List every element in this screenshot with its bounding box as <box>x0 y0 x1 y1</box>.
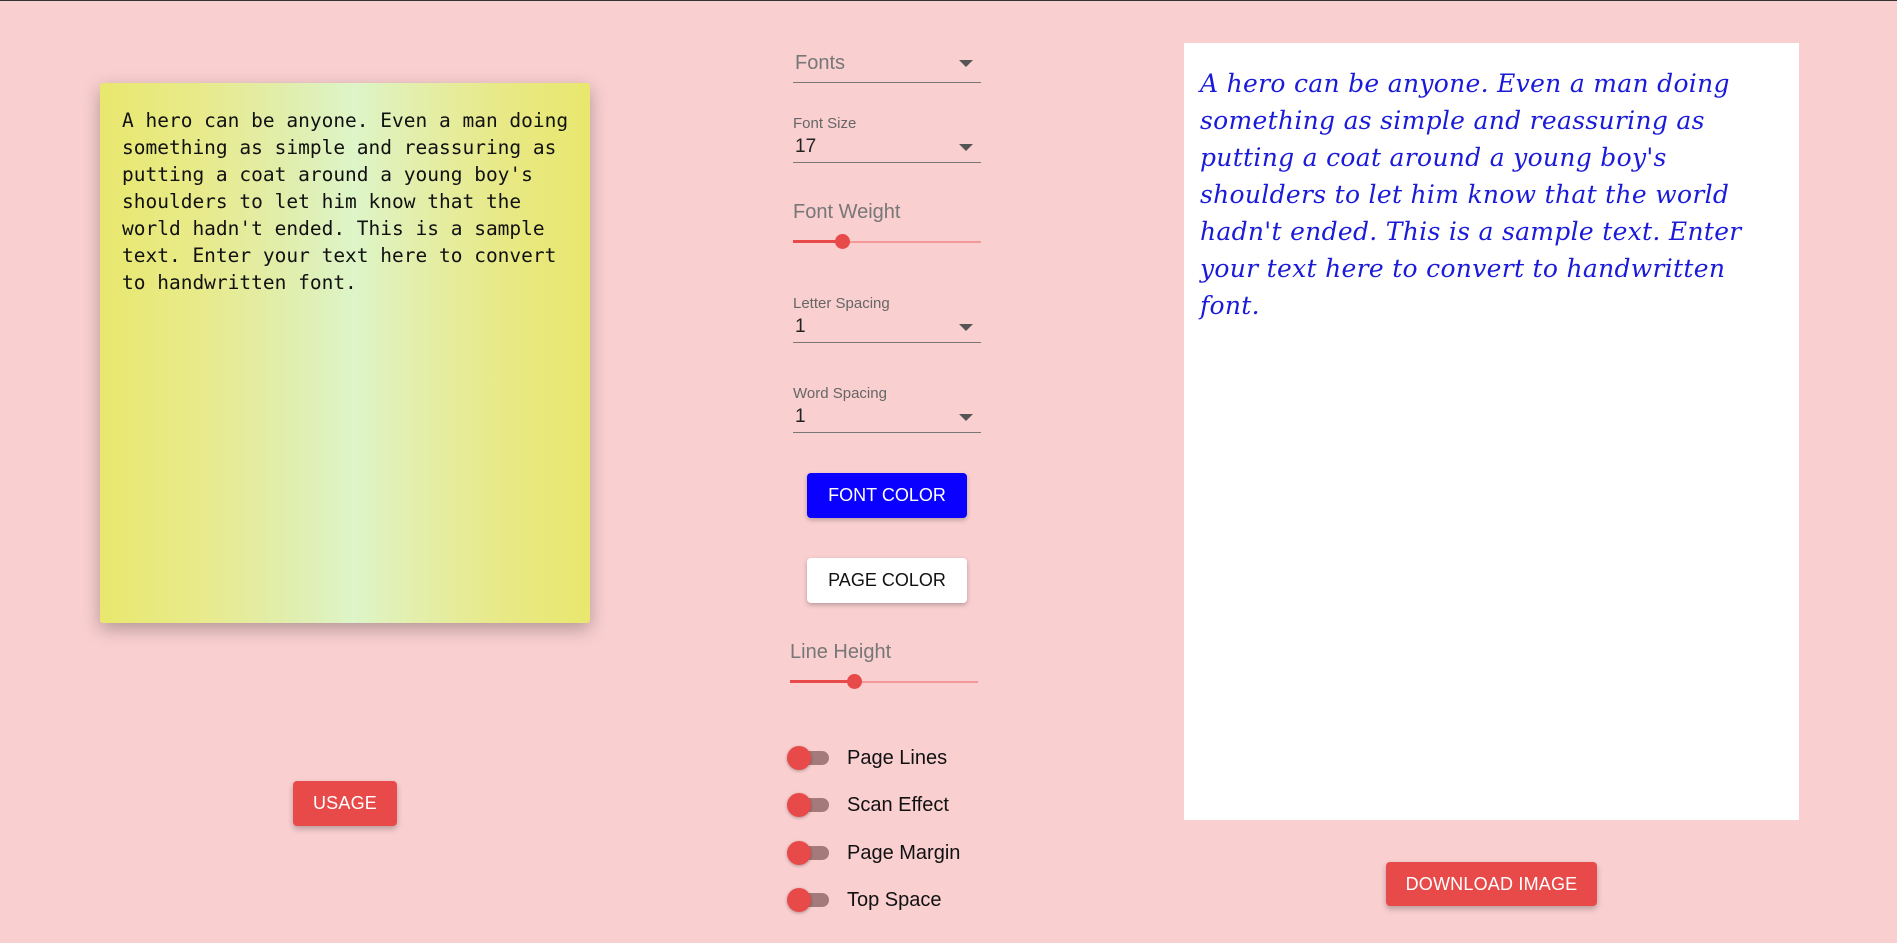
text-input[interactable] <box>122 107 572 597</box>
fonts-placeholder: Fonts <box>795 52 846 74</box>
page-margin-label: Page Margin <box>847 841 961 864</box>
letter-spacing-select[interactable]: Letter Spacing 1 <box>793 295 981 343</box>
page-lines-toggle-row: Page Lines <box>785 743 947 773</box>
chevron-down-icon <box>959 324 973 331</box>
page-margin-toggle-row: Page Margin <box>785 838 960 868</box>
font-size-select-box[interactable]: 17 <box>793 133 981 163</box>
font-size-value: 17 <box>795 136 817 157</box>
scan-effect-toggle-row: Scan Effect <box>785 790 949 820</box>
font-size-select[interactable]: Font Size 17 <box>793 115 981 163</box>
top-space-toggle[interactable] <box>785 887 833 913</box>
font-weight-slider-block: Font Weight <box>793 201 981 249</box>
top-space-label: Top Space <box>847 888 942 911</box>
page-lines-toggle[interactable] <box>785 745 833 771</box>
font-weight-slider[interactable] <box>793 234 981 249</box>
font-color-button[interactable]: FONT COLOR <box>807 473 967 518</box>
word-spacing-select-box[interactable]: 1 <box>793 403 981 433</box>
fonts-select-box[interactable]: Fonts <box>793 49 981 83</box>
letter-spacing-select-box[interactable]: 1 <box>793 313 981 343</box>
word-spacing-value: 1 <box>795 406 806 427</box>
input-text-card <box>100 83 590 623</box>
letter-spacing-label: Letter Spacing <box>793 295 890 312</box>
line-height-slider-fill <box>790 680 854 683</box>
line-height-slider-thumb[interactable] <box>846 674 862 689</box>
chevron-down-icon <box>959 144 973 151</box>
chevron-down-icon <box>959 60 973 67</box>
line-height-slider-block: Line Height <box>790 641 978 689</box>
scan-effect-label: Scan Effect <box>847 793 949 816</box>
page-margin-toggle[interactable] <box>785 840 833 866</box>
scan-effect-toggle[interactable] <box>785 792 833 818</box>
handwritten-output-text: A hero can be anyone. Even a man doing s… <box>1200 69 1742 320</box>
handwritten-output-page: A hero can be anyone. Even a man doing s… <box>1184 43 1799 820</box>
line-height-slider[interactable] <box>790 674 978 689</box>
font-size-label: Font Size <box>793 115 857 132</box>
chevron-down-icon <box>959 414 973 421</box>
usage-button[interactable]: USAGE <box>293 781 397 826</box>
word-spacing-select[interactable]: Word Spacing 1 <box>793 385 981 433</box>
page-color-button[interactable]: PAGE COLOR <box>807 558 967 603</box>
font-weight-slider-thumb[interactable] <box>834 234 850 249</box>
page-lines-label: Page Lines <box>847 746 948 769</box>
download-image-button[interactable]: DOWNLOAD IMAGE <box>1386 862 1597 906</box>
line-height-label: Line Height <box>790 641 892 663</box>
font-weight-label: Font Weight <box>793 201 901 223</box>
letter-spacing-value: 1 <box>795 316 806 337</box>
top-space-toggle-row: Top Space <box>785 885 942 915</box>
fonts-select[interactable]: Fonts <box>793 49 981 83</box>
word-spacing-label: Word Spacing <box>793 385 887 402</box>
